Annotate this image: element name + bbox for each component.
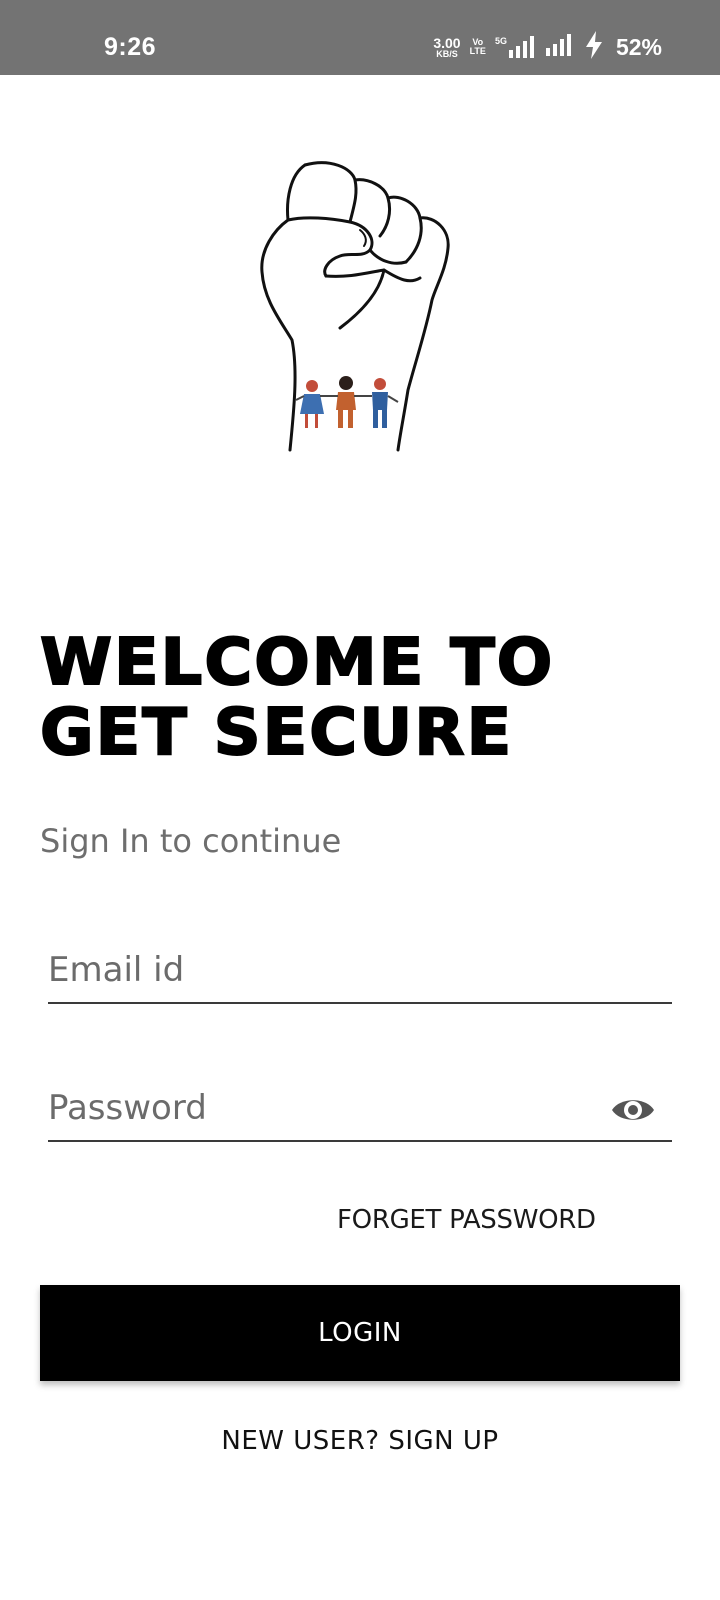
password-field[interactable] — [48, 1080, 672, 1142]
net-speed-unit: KB/S — [436, 48, 458, 59]
net-speed-value: 3.00 — [433, 34, 461, 51]
battery-percent: 52% — [615, 33, 662, 60]
network-type: 5G — [494, 36, 507, 46]
welcome-title: WELCOME TO GET SECURE — [39, 626, 555, 770]
signal-5g-icon: 5G — [495, 36, 537, 58]
sign-up-link[interactable]: NEW USER? SIGN UP — [0, 1426, 720, 1456]
charging-bolt-icon — [585, 30, 603, 64]
volte-indicator: Vo LTE — [470, 38, 486, 56]
status-time: 9:26 — [104, 33, 157, 61]
sign-in-subtitle: Sign In to continue — [40, 822, 342, 860]
forget-password-link[interactable]: FORGET PASSWORD — [337, 1205, 596, 1235]
signal-icon — [545, 33, 576, 61]
raised-fist-logo — [260, 160, 470, 460]
status-bar: 9:26 3.00 KB/S Vo LTE 5G 52% — [0, 0, 720, 75]
email-field[interactable] — [48, 942, 672, 1004]
volte-bottom: LTE — [469, 46, 486, 56]
status-icons: 3.00 KB/S Vo LTE 5G 52% — [433, 30, 662, 64]
password-input[interactable] — [48, 1086, 588, 1130]
email-input[interactable] — [48, 948, 588, 992]
net-speed: 3.00 KB/S — [433, 36, 460, 59]
eye-icon[interactable] — [610, 1090, 656, 1130]
login-button[interactable]: LOGIN — [40, 1285, 680, 1381]
